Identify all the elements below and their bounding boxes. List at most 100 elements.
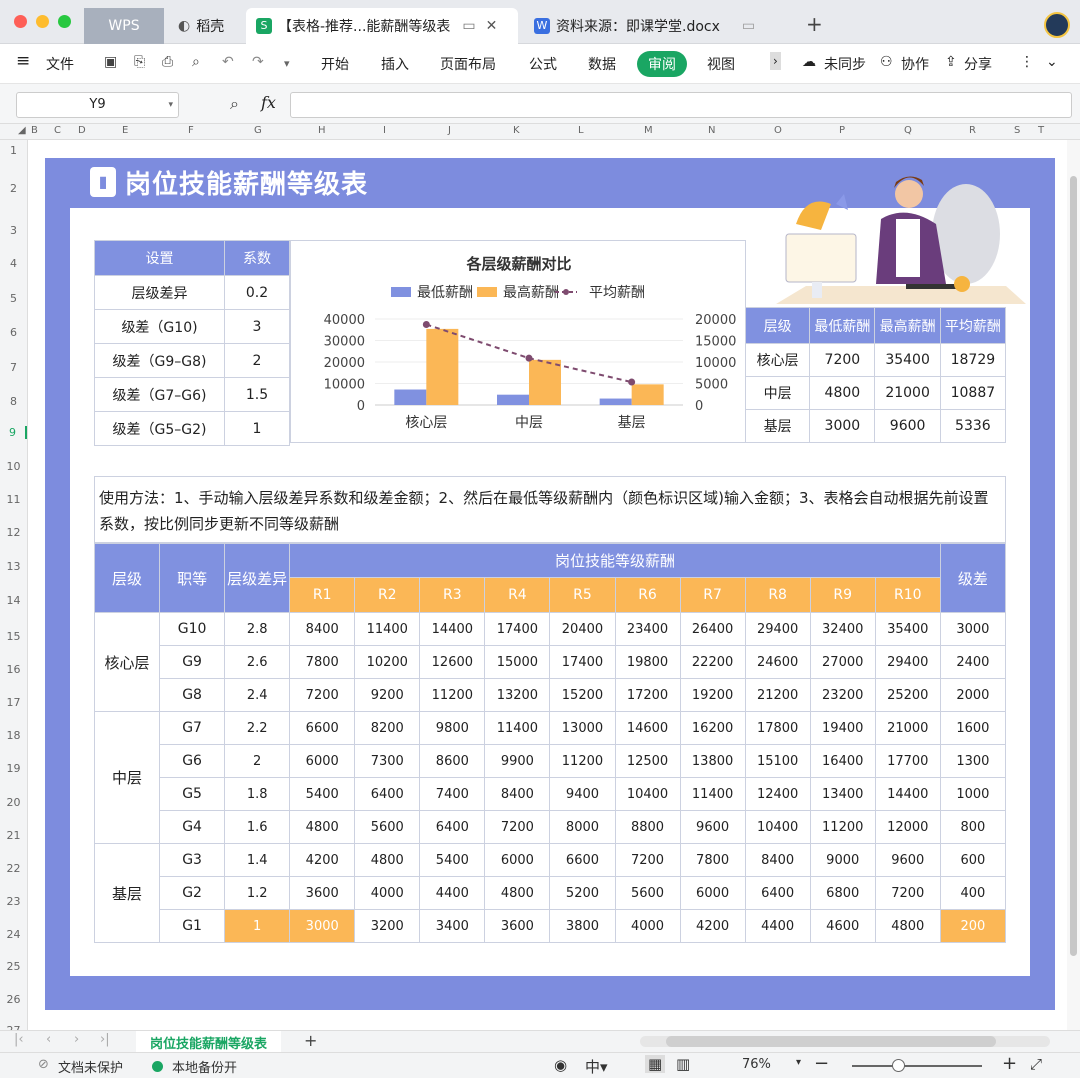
row-number[interactable]: 24 (0, 928, 27, 941)
row-number[interactable]: 25 (0, 960, 27, 973)
minimize-window-button[interactable] (36, 15, 49, 28)
grade-salary-cell[interactable]: 5400 (419, 843, 486, 877)
grade-step-cell[interactable]: 3000 (939, 612, 1007, 646)
grade-diff-cell[interactable]: 2.2 (224, 711, 291, 745)
grade-diff-cell[interactable]: 2 (224, 744, 291, 778)
grade-diff-cell[interactable]: 1.6 (224, 810, 291, 844)
grade-step-cell[interactable]: 800 (939, 810, 1007, 844)
grade-salary-cell[interactable]: 4000 (354, 876, 421, 910)
usage-note[interactable]: 使用方法：1、手动输入层级差异系数和级差金额；2、然后在最低等级薪酬内（颜色标识… (94, 476, 1006, 543)
protect-status[interactable]: 文档未保护 (58, 1057, 123, 1076)
menu-page-layout[interactable]: 页面布局 (440, 54, 496, 74)
grade-salary-cell[interactable]: 7200 (614, 843, 681, 877)
chevron-down-icon[interactable]: ⌄ (1046, 54, 1058, 70)
grade-salary-cell[interactable]: 9600 (679, 810, 746, 844)
zoom-lookup-icon[interactable]: ⌕ (230, 94, 239, 114)
column-letter[interactable]: S (1014, 125, 1020, 136)
tab-active-workbook[interactable]: S 【表格-推荐...能薪酬等级表 ▭ ✕ (246, 8, 518, 44)
grade-salary-cell[interactable]: 11400 (484, 711, 551, 745)
grade-rank-cell[interactable]: G1 (159, 909, 226, 943)
grade-diff-cell[interactable]: 2.4 (224, 678, 291, 712)
tab-wps[interactable]: WPS (84, 8, 164, 44)
horizontal-scrollbar[interactable] (640, 1036, 1050, 1047)
row-number[interactable]: 10 (0, 460, 27, 473)
summary-cell[interactable]: 核心层 (744, 343, 811, 377)
eye-icon[interactable]: ◉ (554, 1056, 567, 1074)
summary-cell[interactable]: 10887 (939, 376, 1007, 410)
grade-step-cell[interactable]: 1600 (939, 711, 1007, 745)
grade-salary-cell[interactable]: 4400 (419, 876, 486, 910)
grade-salary-cell[interactable]: 25200 (874, 678, 941, 712)
row-number[interactable]: 7 (0, 361, 27, 374)
grade-salary-cell[interactable]: 9800 (419, 711, 486, 745)
grade-salary-cell[interactable]: 8400 (289, 612, 356, 646)
next-sheet-icon[interactable]: › (74, 1032, 79, 1047)
redo-icon[interactable]: ↷ (252, 54, 264, 70)
grade-salary-cell[interactable]: 17400 (484, 612, 551, 646)
grade-salary-cell[interactable]: 4800 (354, 843, 421, 877)
grade-diff-cell[interactable]: 1.8 (224, 777, 291, 811)
salary-chart[interactable]: 各层级薪酬对比 0 10000 20000 30000 40000 0 5000 10000 15… (290, 240, 746, 443)
row-number[interactable]: 22 (0, 862, 27, 875)
grade-salary-cell[interactable]: 9200 (354, 678, 421, 712)
grade-salary-cell[interactable]: 8400 (744, 843, 811, 877)
grade-salary-cell[interactable]: 16200 (679, 711, 746, 745)
grade-salary-cell[interactable]: 3200 (354, 909, 421, 943)
backup-status[interactable]: 本地备份开 (172, 1057, 237, 1076)
pin-icon[interactable]: ▭ (462, 18, 475, 34)
grade-salary-cell[interactable]: 3400 (419, 909, 486, 943)
zoom-in-icon[interactable]: + (1002, 1053, 1017, 1074)
grade-salary-cell[interactable]: 4800 (874, 909, 941, 943)
grade-salary-cell[interactable]: 5400 (289, 777, 356, 811)
row-number[interactable]: 14 (0, 594, 27, 607)
grade-salary-cell[interactable]: 22200 (679, 645, 746, 679)
grade-salary-cell[interactable]: 17700 (874, 744, 941, 778)
settings-label[interactable]: 级差（G9–G8) (94, 343, 225, 378)
grade-salary-cell[interactable]: 29400 (874, 645, 941, 679)
summary-cell[interactable]: 21000 (874, 376, 941, 410)
grade-salary-cell[interactable]: 3600 (484, 909, 551, 943)
grade-salary-cell[interactable]: 7800 (289, 645, 356, 679)
row-number[interactable]: 6 (0, 326, 27, 339)
grade-step-cell[interactable]: 600 (939, 843, 1007, 877)
grade-salary-cell[interactable]: 8600 (419, 744, 486, 778)
grade-salary-cell[interactable]: 12000 (874, 810, 941, 844)
menu-home[interactable]: 开始 (321, 54, 349, 74)
fullscreen-icon[interactable]: ⤢ (1030, 1055, 1042, 1073)
grade-salary-cell[interactable]: 6000 (679, 876, 746, 910)
grade-salary-cell[interactable]: 7400 (419, 777, 486, 811)
grade-step-cell[interactable]: 400 (939, 876, 1007, 910)
collab-button[interactable]: 协作 (901, 54, 929, 74)
grade-salary-cell[interactable]: 4600 (809, 909, 876, 943)
last-sheet-icon[interactable]: ›| (100, 1032, 110, 1047)
settings-label[interactable]: 级差（G5–G2) (94, 411, 225, 446)
more-quick-icon[interactable]: ▾ (284, 57, 290, 70)
grade-rank-cell[interactable]: G6 (159, 744, 226, 778)
menu-icon[interactable]: ≡ (16, 51, 30, 71)
row-number[interactable]: 3 (0, 224, 27, 237)
grade-salary-cell[interactable]: 14600 (614, 711, 681, 745)
grade-salary-cell[interactable]: 3600 (289, 876, 356, 910)
vertical-scrollbar[interactable] (1067, 140, 1080, 1030)
grade-salary-cell[interactable]: 4800 (484, 876, 551, 910)
settings-value[interactable]: 1.5 (224, 377, 290, 412)
grade-salary-cell[interactable]: 4800 (289, 810, 356, 844)
summary-cell[interactable]: 中层 (744, 376, 811, 410)
grade-salary-cell[interactable]: 13400 (809, 777, 876, 811)
grade-salary-cell[interactable]: 4200 (679, 909, 746, 943)
hscroll-thumb[interactable] (666, 1036, 996, 1047)
grade-salary-cell[interactable]: 5200 (549, 876, 616, 910)
more-icon[interactable]: ⋮ (1020, 54, 1034, 70)
grade-level-cell[interactable]: 核心层 (93, 612, 161, 712)
zoom-out-icon[interactable]: − (814, 1053, 829, 1074)
grade-salary-cell[interactable]: 13200 (484, 678, 551, 712)
grade-salary-cell[interactable]: 6400 (354, 777, 421, 811)
grade-salary-cell[interactable]: 9600 (874, 843, 941, 877)
tab-docx[interactable]: W 资料来源：即课学堂.docx ▭ (524, 8, 764, 44)
settings-label[interactable]: 层级差异 (94, 275, 225, 310)
column-letter[interactable]: G (254, 125, 262, 136)
save-icon[interactable]: ▣ (104, 54, 117, 70)
grade-salary-cell[interactable]: 24600 (744, 645, 811, 679)
grade-salary-cell[interactable]: 8200 (354, 711, 421, 745)
row-number[interactable]: 8 (0, 395, 27, 408)
